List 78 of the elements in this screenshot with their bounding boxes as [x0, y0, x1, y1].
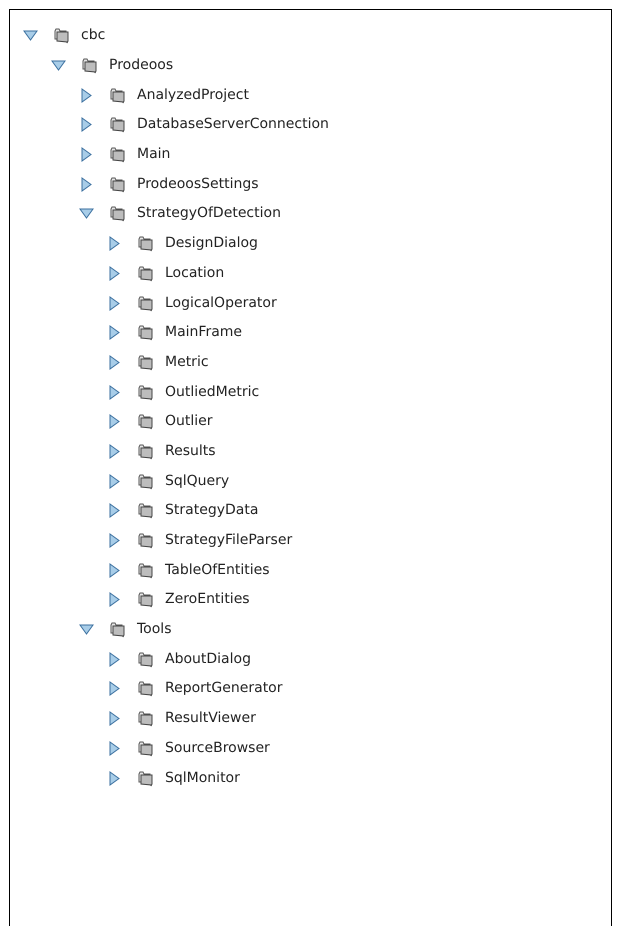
tree-item-label[interactable]: ResultViewer	[165, 708, 256, 730]
folder-icon	[138, 354, 155, 371]
tree-item-label[interactable]: LogicalOperator	[165, 292, 277, 314]
folder-icon	[138, 324, 155, 342]
expand-triangle-icon[interactable]	[79, 117, 94, 132]
tree-item-label[interactable]: MainFrame	[165, 322, 242, 344]
tree-item-label[interactable]: Main	[137, 144, 170, 166]
expand-triangle-icon[interactable]	[107, 266, 122, 281]
collapse-triangle-icon[interactable]	[79, 622, 94, 638]
tree-item-label[interactable]: cbc	[81, 25, 106, 46]
tree-item-label[interactable]: ProdeoosSettings	[137, 174, 259, 195]
tree-item-label[interactable]: SqlMonitor	[165, 768, 240, 789]
expand-triangle-icon[interactable]	[107, 652, 122, 667]
collapse-triangle-icon[interactable]	[79, 206, 94, 222]
tree-item-label[interactable]: OutliedMetric	[165, 382, 260, 403]
expand-triangle-icon[interactable]	[107, 503, 122, 518]
tree-item-label[interactable]: SqlQuery	[165, 470, 230, 492]
folder-icon	[138, 294, 155, 312]
tree-item-label[interactable]: ZeroEntities	[165, 589, 250, 610]
expand-triangle-icon[interactable]	[107, 296, 122, 311]
tree-item-label[interactable]: DatabaseServerConnection	[137, 114, 329, 136]
folder-icon	[138, 710, 155, 728]
tree-item-label[interactable]: Metric	[165, 352, 209, 373]
tree-item-label[interactable]: ReportGenerator	[165, 678, 283, 700]
folder-icon	[110, 86, 127, 104]
expand-triangle-icon[interactable]	[107, 474, 122, 489]
folder-icon	[138, 740, 155, 757]
folder-icon	[138, 442, 155, 460]
expand-triangle-icon[interactable]	[79, 88, 94, 103]
tree-item-label[interactable]: DesignDialog	[165, 233, 258, 254]
folder-icon	[138, 264, 155, 282]
folder-icon	[110, 176, 127, 193]
tree-item-label[interactable]: AnalyzedProject	[137, 84, 249, 106]
expand-triangle-icon[interactable]	[107, 533, 122, 548]
expand-triangle-icon[interactable]	[107, 711, 122, 726]
folder-icon	[110, 205, 127, 222]
tree-item-label[interactable]: StrategyData	[165, 500, 258, 522]
expand-triangle-icon[interactable]	[107, 681, 122, 696]
expand-triangle-icon[interactable]	[107, 354, 122, 370]
tree-item-label[interactable]: StrategyFileParser	[165, 530, 292, 552]
tree-item-label[interactable]: Tools	[137, 619, 172, 640]
tree-item-label[interactable]: AboutDialog	[165, 648, 251, 670]
tree-item-label[interactable]: Outlier	[165, 411, 213, 432]
folder-icon	[138, 235, 155, 252]
expand-triangle-icon[interactable]	[107, 414, 122, 430]
folder-icon	[138, 650, 155, 668]
folder-icon	[54, 27, 71, 44]
folder-icon	[138, 591, 155, 608]
collapse-triangle-icon[interactable]	[51, 58, 66, 74]
folder-icon	[110, 146, 127, 164]
expand-triangle-icon[interactable]	[107, 384, 122, 400]
expand-triangle-icon[interactable]	[107, 770, 122, 786]
folder-icon	[138, 562, 155, 579]
expand-triangle-icon[interactable]	[79, 176, 94, 192]
folder-icon	[110, 621, 127, 638]
expand-triangle-icon[interactable]	[107, 740, 122, 756]
expand-triangle-icon[interactable]	[107, 592, 122, 608]
expand-triangle-icon[interactable]	[107, 236, 122, 252]
tree-item-label[interactable]: Location	[165, 262, 224, 284]
collapse-triangle-icon[interactable]	[23, 28, 38, 44]
tree-item-label[interactable]: Prodeoos	[109, 55, 174, 76]
folder-icon	[82, 57, 99, 74]
folder-icon	[138, 532, 155, 550]
expand-triangle-icon[interactable]	[107, 562, 122, 578]
folder-icon	[138, 680, 155, 698]
folder-icon	[138, 384, 155, 401]
folder-icon	[138, 502, 155, 520]
tree-item-label[interactable]: StrategyOfDetection	[137, 203, 281, 224]
folder-icon	[138, 472, 155, 490]
tree-item-label[interactable]: SourceBrowser	[165, 738, 270, 759]
folder-icon	[110, 116, 127, 134]
expand-triangle-icon[interactable]	[107, 444, 122, 459]
folder-icon	[138, 413, 155, 430]
tree-item-label[interactable]: Results	[165, 440, 216, 462]
folder-icon	[138, 770, 155, 787]
tree-item-label[interactable]: TableOfEntities	[165, 560, 270, 581]
expand-triangle-icon[interactable]	[107, 325, 122, 340]
expand-triangle-icon[interactable]	[79, 147, 94, 162]
